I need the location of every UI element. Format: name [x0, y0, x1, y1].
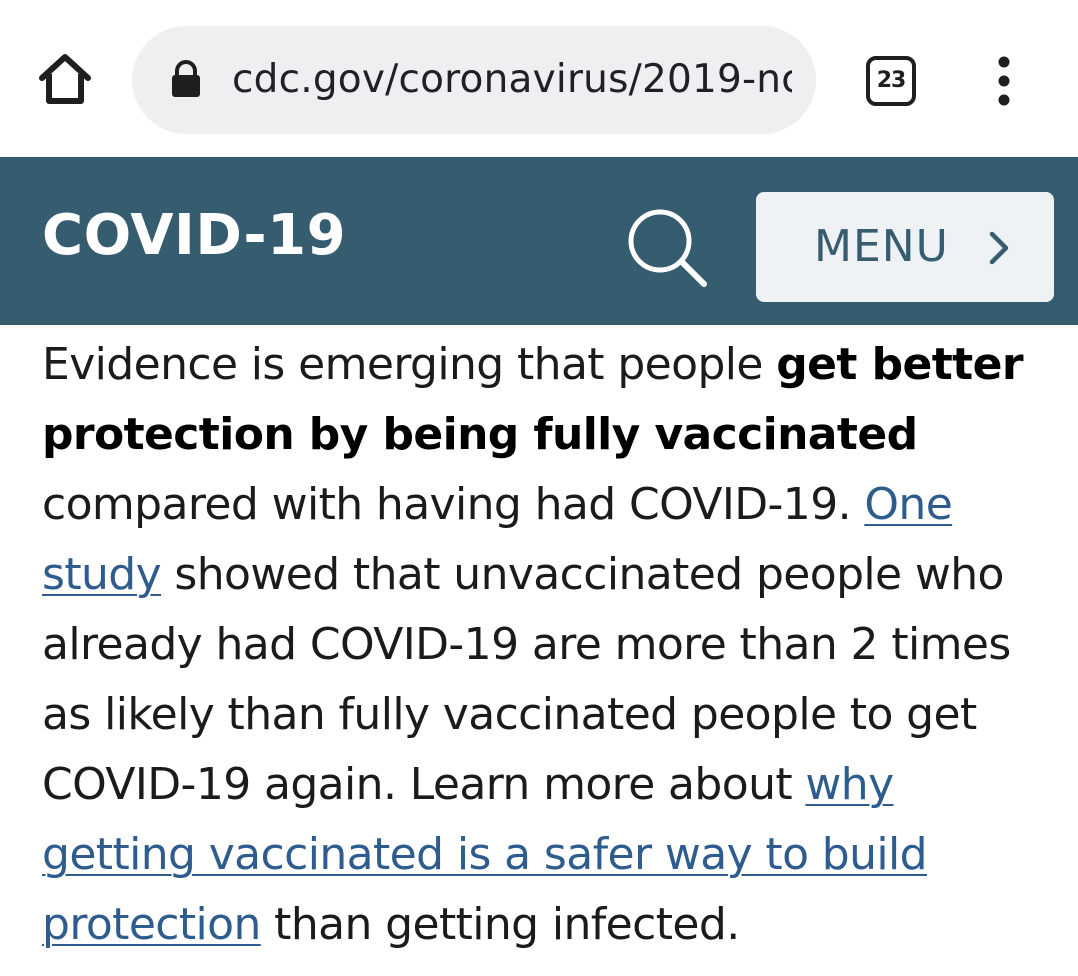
tab-count: 23 [876, 68, 907, 93]
site-header: COVID-19 MENU [0, 157, 1078, 325]
site-title[interactable]: COVID-19 [42, 203, 346, 268]
address-bar[interactable]: cdc.gov/coronavirus/2019-ncov/your-healt… [132, 26, 816, 134]
url-text[interactable]: cdc.gov/coronavirus/2019-ncov/your-healt… [232, 26, 792, 134]
chevron-right-icon [984, 228, 1014, 268]
search-icon[interactable] [620, 205, 712, 289]
text-segment: compared with having had COVID-19. [42, 479, 865, 530]
lock-icon[interactable] [170, 60, 202, 98]
menu-label: MENU [814, 221, 949, 272]
browser-toolbar: cdc.gov/coronavirus/2019-ncov/your-healt… [0, 0, 1078, 157]
tab-switcher-icon[interactable]: 23 [866, 56, 916, 106]
text-segment: than getting infected. [260, 899, 740, 950]
reinfection-paragraph: Evidence is emerging that people get bet… [42, 330, 1052, 960]
main-content: Evidence is emerging that people get bet… [42, 330, 1052, 960]
home-icon[interactable] [36, 50, 94, 108]
menu-button[interactable]: MENU [756, 192, 1054, 302]
more-vert-icon[interactable] [984, 52, 1024, 112]
text-segment: Evidence is emerging that people [42, 339, 777, 390]
